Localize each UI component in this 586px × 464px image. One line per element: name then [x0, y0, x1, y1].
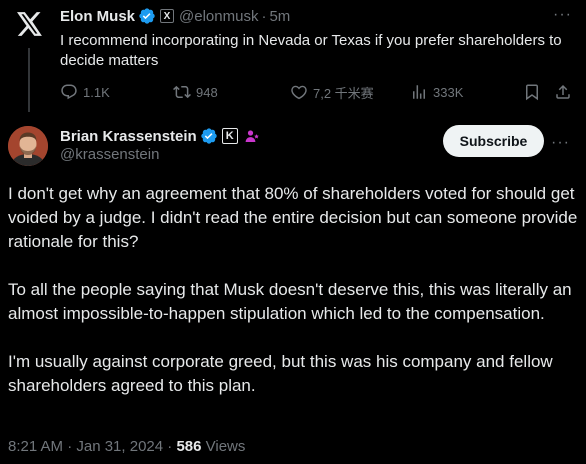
author-handle[interactable]: @elonmusk: [179, 8, 258, 25]
parent-tweet-header: Elon Musk X @elonmusk · 5m: [60, 6, 290, 26]
views-count: 586: [176, 438, 202, 455]
tweet-paragraph: I'm usually against corporate greed, but…: [8, 352, 553, 395]
heart-icon: [291, 85, 307, 100]
verified-badge-icon: [138, 7, 156, 25]
views-count: 333K: [433, 84, 464, 100]
subscriber-icon: [243, 127, 261, 145]
tweet-actions: 1.1K 948 7,2 千米赛 333K: [60, 82, 570, 102]
views-button[interactable]: 333K: [410, 82, 463, 102]
more-options-icon[interactable]: ···: [551, 134, 570, 152]
tweet-paragraph: To all the people saying that Musk doesn…: [8, 280, 572, 323]
analytics-icon: [413, 85, 425, 99]
affiliate-badge[interactable]: K: [221, 128, 238, 144]
reply-count: 1.1K: [83, 84, 110, 100]
parent-tweet[interactable]: Elon Musk X @elonmusk · 5m ··· I recomme…: [0, 0, 586, 112]
author-avatar[interactable]: [8, 126, 48, 166]
like-count: 7,2 千米赛: [313, 85, 374, 101]
reply-button[interactable]: 1.1K: [60, 82, 110, 102]
tweet-time[interactable]: 5m: [269, 8, 290, 25]
reply-icon: [61, 84, 77, 100]
tweet-paragraph: I don't get why an agreement that 80% of…: [8, 184, 578, 251]
parent-tweet-text: I recommend incorporating in Nevada or T…: [60, 32, 562, 69]
repost-count: 948: [196, 84, 218, 100]
like-button[interactable]: 7,2 千米赛: [290, 82, 374, 102]
avatar-portrait: [8, 126, 48, 166]
author-name[interactable]: Elon Musk: [60, 8, 135, 25]
repost-icon: [173, 85, 191, 99]
bookmark-icon: [526, 84, 538, 101]
tweet-timestamp[interactable]: 8:21 AM · Jan 31, 2024 ·: [8, 438, 176, 455]
tweet-body: I don't get why an agreement that 80% of…: [8, 182, 578, 422]
thread-line: [28, 48, 30, 112]
x-logo-avatar[interactable]: [10, 4, 50, 44]
bookmark-button[interactable]: [523, 82, 546, 102]
views-label: Views: [201, 438, 246, 455]
x-affiliate-badge: X: [160, 9, 175, 23]
subscribe-button[interactable]: Subscribe: [443, 125, 544, 157]
share-button[interactable]: [554, 82, 577, 102]
verified-badge-icon: [200, 127, 218, 145]
separator-dot: ·: [261, 7, 267, 25]
author-name[interactable]: Brian Krassenstein: [60, 128, 197, 145]
x-logo-icon: [17, 12, 42, 36]
repost-button[interactable]: 948: [173, 82, 218, 102]
author-header: Brian Krassenstein K: [60, 126, 261, 146]
tweet-meta: 8:21 AM · Jan 31, 2024 · 586 Views: [8, 438, 245, 455]
author-handle[interactable]: @krassenstein: [60, 146, 159, 163]
share-icon: [556, 84, 570, 99]
more-options-icon[interactable]: ···: [553, 6, 572, 24]
